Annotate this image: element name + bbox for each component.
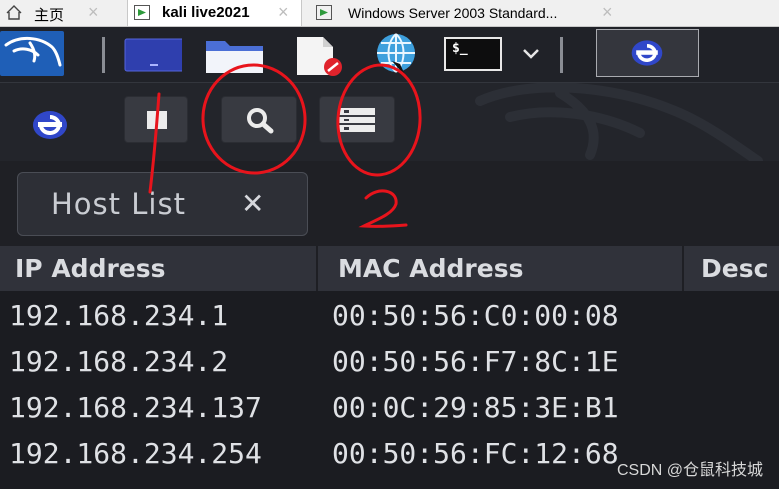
close-icon[interactable]: ✕ [241, 187, 264, 220]
kali-dragon-icon[interactable] [0, 31, 64, 76]
file-manager-icon[interactable] [203, 31, 263, 77]
mac-cell: 00:50:56:C0:00:08 [332, 299, 619, 332]
stop-button[interactable] [124, 96, 188, 143]
ettercap-icon [631, 40, 663, 66]
view-tab-bar: Host List ✕ [0, 161, 779, 246]
hosts-list-icon [339, 108, 375, 132]
close-icon[interactable]: × [278, 2, 289, 23]
tab-label: 主页 [34, 7, 65, 24]
mac-cell: 00:0C:29:85:3E:B1 [332, 391, 619, 424]
column-header-description[interactable]: Desc [684, 246, 779, 291]
table-row[interactable]: 192.168.234.1 00:50:56:C0:00:08 [0, 293, 779, 339]
close-icon[interactable]: × [602, 2, 613, 23]
workspace-icon[interactable] [122, 31, 182, 77]
mac-cell: 00:50:56:FC:12:68 [332, 437, 619, 470]
table-row[interactable]: 192.168.234.137 00:0C:29:85:3E:B1 [0, 385, 779, 431]
ip-cell: 192.168.234.137 [9, 391, 262, 424]
table-row[interactable]: 192.168.234.2 00:50:56:F7:8C:1E [0, 339, 779, 385]
tab-label: Windows Server 2003 Standard... [348, 5, 558, 21]
hosts-list-button[interactable] [319, 96, 395, 143]
ip-cell: 192.168.234.254 [9, 437, 262, 470]
tab-host-list[interactable]: Host List ✕ [17, 172, 308, 236]
terminal-glyph: $_ [452, 41, 468, 56]
terminal-icon[interactable]: $_ [444, 37, 502, 71]
vm-tab-strip: 主页 × kali live2021 × Windows Server 2003… [0, 0, 779, 27]
tab-windows-server[interactable]: Windows Server 2003 Standard... × [310, 0, 624, 26]
text-editor-icon[interactable] [291, 31, 351, 77]
column-header-mac[interactable]: MAC Address [318, 246, 684, 291]
tab-kali-live[interactable]: kali live2021 × [127, 0, 302, 26]
tab-label: kali live2021 [162, 4, 250, 21]
kali-panel: $_ [0, 27, 779, 83]
web-browser-icon[interactable] [366, 31, 426, 77]
ettercap-toolbar [0, 83, 779, 161]
ip-cell: 192.168.234.2 [9, 345, 229, 378]
kali-dragon-watermark [475, 83, 763, 161]
column-header-ip[interactable]: IP Address [0, 246, 318, 291]
chevron-down-icon[interactable] [521, 47, 541, 61]
taskbar-ettercap-window[interactable] [596, 29, 699, 77]
vm-icon [316, 5, 332, 20]
vm-icon [134, 5, 150, 20]
search-icon [247, 108, 274, 134]
tab-home[interactable]: 主页 × [0, 0, 112, 26]
panel-separator [102, 37, 105, 73]
mac-cell: 00:50:56:F7:8C:1E [332, 345, 619, 378]
ip-cell: 192.168.234.1 [9, 299, 229, 332]
home-icon [6, 5, 22, 20]
panel-separator [560, 37, 563, 73]
csdn-watermark: CSDN @仓鼠科技城 [616, 462, 763, 479]
stop-icon [147, 111, 167, 129]
scan-hosts-button[interactable] [221, 96, 297, 143]
table-header: IP Address MAC Address Desc [0, 246, 779, 291]
close-icon[interactable]: × [88, 2, 99, 23]
ettercap-icon [33, 111, 67, 139]
tab-label: Host List [51, 187, 186, 221]
